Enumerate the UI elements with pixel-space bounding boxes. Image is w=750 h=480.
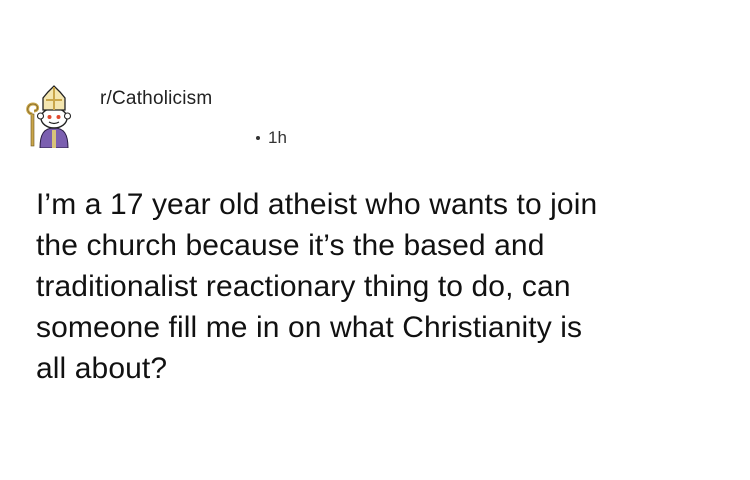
subreddit-link[interactable]: r/Catholicism [100, 88, 212, 110]
reddit-post: r/Catholicism 1h I’m a 17 year old athei… [0, 0, 750, 480]
post-time: 1h [268, 128, 287, 147]
post-body: I’m a 17 year old atheist who wants to j… [36, 184, 726, 389]
post-body-line: all about? [36, 352, 168, 385]
post-meta: 1h [256, 128, 287, 148]
post-body-line: I’m a 17 year old atheist who wants to j… [36, 188, 598, 221]
post-body-line: someone fill me in on what Christianity … [36, 311, 583, 344]
post-body-line: the church because it’s the based and [36, 229, 545, 262]
post-body-line: traditionalist reactionary thing to do, … [36, 270, 571, 303]
bishop-mitre-snoo-icon[interactable] [24, 84, 82, 148]
separator-dot-icon [256, 136, 260, 140]
